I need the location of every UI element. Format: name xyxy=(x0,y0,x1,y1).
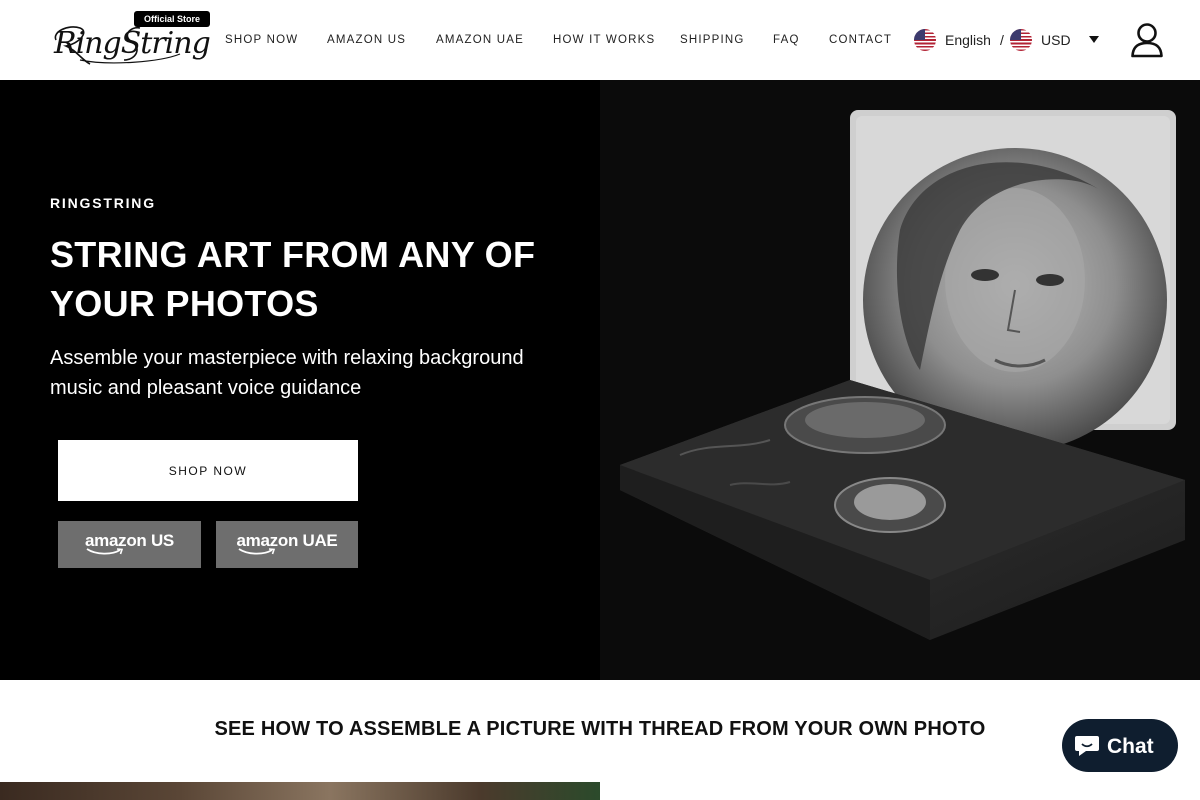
ringstring-logo[interactable]: RingString Official Store xyxy=(50,10,212,70)
nav-amazon-us[interactable]: AMAZON US xyxy=(327,32,406,48)
amazon-uae-button[interactable]: amazon UAE xyxy=(216,521,358,568)
amazon-smile-icon xyxy=(238,548,276,555)
chat-label: Chat xyxy=(1107,735,1154,758)
amazon-us-label: amazon US xyxy=(58,531,201,551)
nav-contact[interactable]: CONTACT xyxy=(829,32,892,48)
currency-label[interactable]: USD xyxy=(1041,32,1071,48)
hero-product-image xyxy=(600,80,1200,680)
official-store-badge: Official Store xyxy=(134,11,210,27)
chat-button[interactable]: Chat xyxy=(1062,719,1178,772)
amazon-smile-icon xyxy=(86,548,124,555)
hero-title: STRING ART FROM ANY OF YOUR PHOTOS xyxy=(50,234,536,324)
logo-wordmark: RingString xyxy=(54,26,211,61)
account-icon[interactable] xyxy=(1130,22,1164,58)
shop-now-button[interactable]: SHOP NOW xyxy=(58,440,358,501)
us-flag-icon xyxy=(914,29,936,51)
string-art-kit-illustration xyxy=(600,80,1200,680)
locale-separator: / xyxy=(1000,32,1004,48)
hero-eyebrow: RINGSTRING xyxy=(50,195,156,211)
hero-copy: RINGSTRING STRING ART FROM ANY OF YOUR P… xyxy=(0,80,600,680)
amazon-region: UAE xyxy=(302,531,338,550)
amazon-region: US xyxy=(150,531,174,550)
amazon-us-button[interactable]: amazon US xyxy=(58,521,201,568)
how-to-section-title: SEE HOW TO ASSEMBLE A PICTURE WITH THREA… xyxy=(214,718,986,740)
video-preview-thumbnail[interactable] xyxy=(0,782,600,800)
nav-amazon-uae[interactable]: AMAZON UAE xyxy=(436,32,524,48)
chevron-down-icon[interactable] xyxy=(1089,36,1099,43)
us-flag-icon xyxy=(1010,29,1032,51)
chat-bubble-icon xyxy=(1075,736,1099,756)
language-label[interactable]: English xyxy=(945,32,991,48)
nav-how-it-works[interactable]: HOW IT WORKS xyxy=(553,32,655,48)
nav-shipping[interactable]: SHIPPING xyxy=(680,32,745,48)
hero-subtitle: Assemble your masterpiece with relaxing … xyxy=(50,347,524,399)
nav-shop-now[interactable]: SHOP NOW xyxy=(225,32,298,48)
nav-faq[interactable]: FAQ xyxy=(773,32,800,48)
hero-banner: RINGSTRING STRING ART FROM ANY OF YOUR P… xyxy=(0,80,1200,680)
site-header: RingString Official Store SHOP NOW AMAZO… xyxy=(0,0,1200,80)
